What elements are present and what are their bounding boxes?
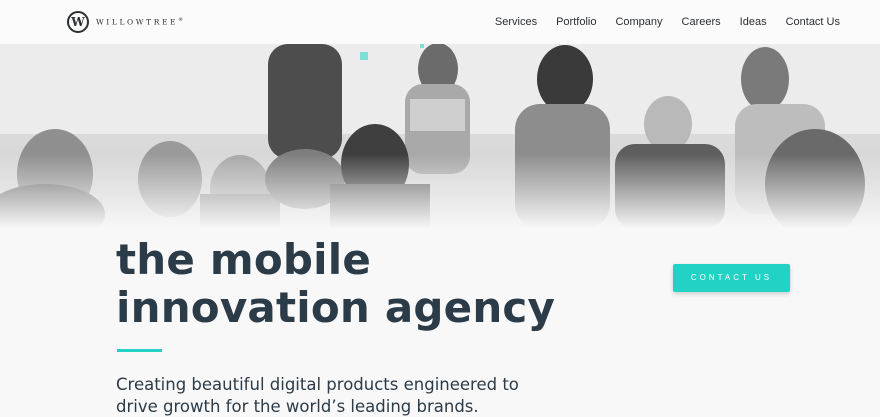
nav-careers[interactable]: Careers xyxy=(682,15,721,29)
site-header: W WILLOWTREE® Services Portfolio Company… xyxy=(0,0,880,44)
hero-tagline: Creating beautiful digital products engi… xyxy=(116,374,536,417)
nav-contact-us[interactable]: Contact Us xyxy=(786,15,840,29)
page-title: the mobile innovation agency xyxy=(116,236,555,332)
headline-line-2: innovation agency xyxy=(116,283,556,332)
nav-portfolio[interactable]: Portfolio xyxy=(556,15,596,29)
logo-mark-letter: W xyxy=(71,15,85,29)
tagline-line-1: Creating beautiful digital products engi… xyxy=(116,375,519,394)
willowtree-logo-icon: W xyxy=(67,11,89,33)
hero-team-photo xyxy=(0,44,880,229)
willowtree-logo[interactable]: W WILLOWTREE® xyxy=(67,11,183,33)
nav-ideas[interactable]: Ideas xyxy=(740,15,767,29)
logo-wordmark: WILLOWTREE® xyxy=(96,17,183,27)
logo-registered-mark: ® xyxy=(178,17,184,24)
nav-services[interactable]: Services xyxy=(495,15,537,29)
contact-us-button[interactable]: CONTACT US xyxy=(673,264,790,292)
headline-line-1: the mobile xyxy=(116,235,372,284)
accent-divider xyxy=(117,349,162,352)
logo-wordmark-text: WILLOWTREE xyxy=(96,17,179,27)
nav-company[interactable]: Company xyxy=(615,15,662,29)
hero-fade-overlay xyxy=(0,154,880,229)
main-nav: Services Portfolio Company Careers Ideas… xyxy=(476,15,840,29)
tagline-line-2: drive growth for the world’s leading bra… xyxy=(116,397,479,416)
